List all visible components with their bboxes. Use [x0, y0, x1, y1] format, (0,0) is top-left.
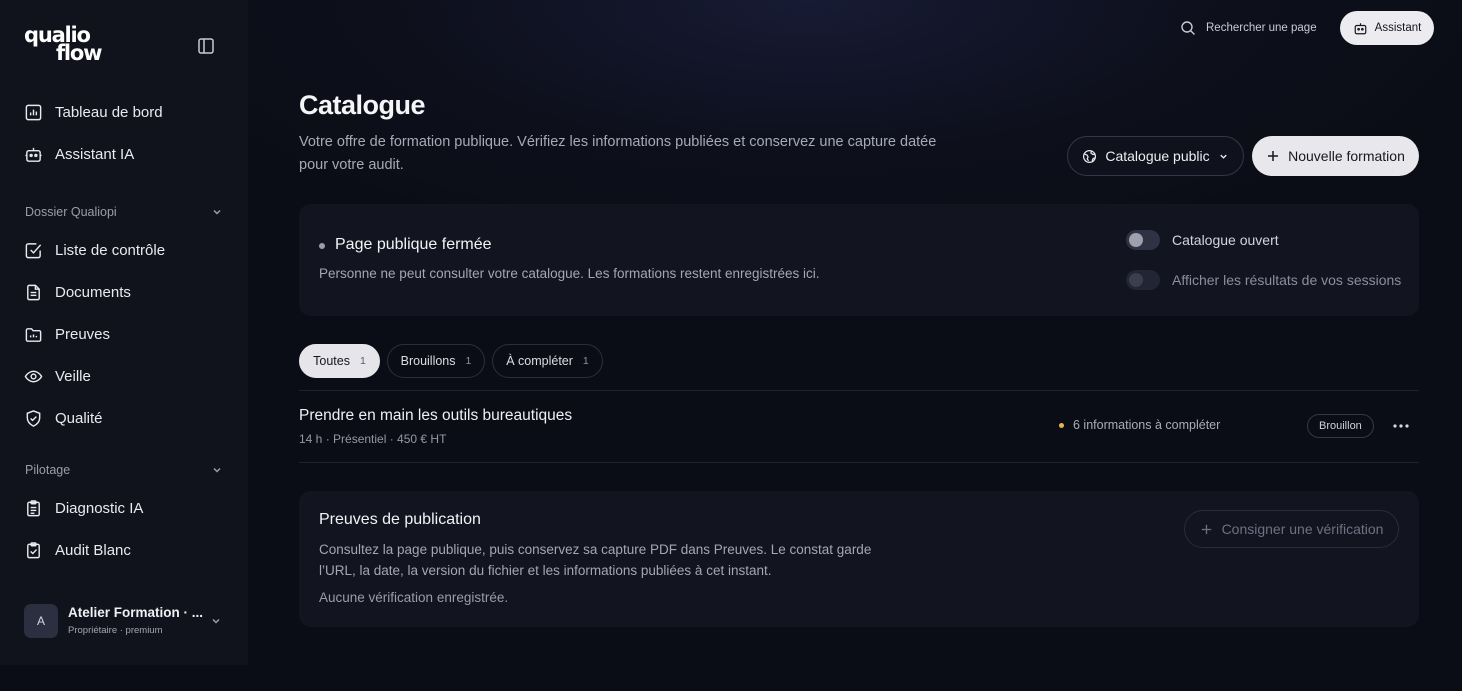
status-title: Page publique fermée — [335, 236, 492, 253]
log-verification-label: Consigner une vérification — [1221, 521, 1384, 537]
log-verification-button[interactable]: Consigner une vérification — [1184, 510, 1399, 548]
warning-dot — [1059, 422, 1064, 428]
assistant-label: Assistant — [1374, 22, 1422, 34]
toggle-afficher-resultats[interactable]: Afficher les résultats de vos sessions — [1126, 269, 1401, 291]
plus-icon — [1201, 524, 1211, 534]
document-icon — [27, 284, 40, 300]
page-title: Catalogue — [299, 90, 426, 120]
sidebar-item-qualite[interactable]: Qualité — [24, 406, 103, 430]
chevron-down-icon — [1219, 154, 1227, 159]
tab-label: Toutes — [313, 354, 350, 368]
clipboard-check-icon — [27, 541, 40, 558]
status-dot — [319, 243, 325, 249]
training-row[interactable]: Prendre en main les outils bureautiques … — [299, 391, 1419, 462]
robot-icon — [1354, 22, 1367, 34]
avatar: A — [24, 604, 58, 638]
tab-label: À compléter — [506, 354, 573, 368]
bar-chart-icon — [25, 104, 42, 120]
checkbox-icon — [25, 242, 42, 258]
search-label: Rechercher une page — [1206, 22, 1317, 34]
sidebar-item-diagnostic-ia[interactable]: Diagnostic IA — [24, 496, 143, 520]
sidebar-item-label: Veille — [55, 367, 91, 385]
page-subtitle: Votre offre de formation publique. Vérif… — [299, 134, 937, 173]
training-info-text: 6 informations à compléter — [1073, 418, 1221, 432]
tab-label: Brouillons — [400, 354, 456, 368]
tab-a-completer[interactable]: À compléter 1 — [492, 344, 603, 378]
toggle-label: Afficher les résultats de vos sessions — [1172, 272, 1402, 288]
catalogue-open-switch[interactable] — [1126, 230, 1160, 250]
sidebar-item-veille[interactable]: Veille — [24, 364, 91, 388]
sidebar-item-audit-blanc[interactable]: Audit Blanc — [24, 538, 131, 562]
sidebar-item-label: Audit Blanc — [55, 541, 131, 559]
tab-count: 1 — [360, 355, 366, 367]
tab-count: 1 — [465, 355, 472, 367]
search-icon — [1181, 21, 1195, 35]
account-role: Propriétaire · premium — [68, 625, 163, 636]
sidebar-item-documents[interactable]: Documents — [24, 280, 131, 304]
sidebar-item-label: Assistant IA — [55, 145, 135, 163]
status-badge: Brouillon — [1307, 414, 1374, 438]
more-options-icon[interactable] — [1389, 417, 1413, 435]
publication-proofs-card: Preuves de publication Consultez la page… — [299, 491, 1419, 627]
status-description: Personne ne peut consulter votre catalog… — [319, 266, 820, 281]
public-page-status-card: Page publique fermée Personne ne peut co… — [299, 204, 1419, 316]
folder-icon — [25, 327, 42, 342]
sidebar-item-assistant-ia[interactable]: Assistant IA — [24, 142, 134, 166]
account-name: Atelier Formation · ... — [68, 605, 204, 620]
training-title[interactable]: Prendre en main les outils bureautiques — [299, 407, 572, 425]
globe-icon — [1083, 149, 1097, 163]
chevron-down-icon — [212, 618, 220, 624]
sidebar-item-label: Liste de contrôle — [55, 241, 166, 259]
new-training-button[interactable]: Nouvelle formation — [1252, 136, 1419, 176]
sidebar-toggle-icon[interactable] — [196, 36, 216, 56]
sidebar-item-preuves[interactable]: Preuves — [24, 322, 110, 346]
sidebar-item-label: Documents — [55, 283, 131, 301]
proofs-title: Preuves de publication — [319, 511, 481, 528]
toggle-catalogue-ouvert[interactable]: Catalogue ouvert — [1126, 229, 1279, 251]
chevron-down-icon — [213, 209, 221, 215]
sidebar-item-tableau-de-bord[interactable]: Tableau de bord — [24, 100, 163, 124]
search-page-button[interactable]: Rechercher une page — [1180, 19, 1317, 37]
divider — [299, 462, 1419, 463]
sidebar-item-label: Tableau de bord — [55, 103, 163, 121]
new-training-label: Nouvelle formation — [1288, 148, 1405, 164]
sidebar-item-label: Preuves — [55, 325, 111, 343]
eye-icon — [24, 370, 43, 382]
assistant-button[interactable]: Assistant — [1340, 11, 1434, 45]
tab-toutes[interactable]: Toutes 1 — [299, 344, 380, 378]
plus-icon — [1268, 151, 1279, 161]
tab-brouillons[interactable]: Brouillons 1 — [387, 344, 485, 378]
section-title: Dossier Qualiopi — [25, 205, 117, 219]
catalogue-public-label: Catalogue public — [1105, 148, 1210, 164]
toggle-label: Catalogue ouvert — [1172, 232, 1279, 248]
sidebar-item-liste-de-controle[interactable]: Liste de contrôle — [24, 238, 165, 262]
sidebar: qualio flow Tableau de bord Assistant IA… — [0, 0, 248, 665]
shield-check-icon — [26, 409, 41, 427]
qualioflow-logo[interactable]: qualio flow — [24, 25, 114, 70]
tab-count: 1 — [582, 355, 589, 367]
account-switcher[interactable]: A Atelier Formation · ... Propriétaire ·… — [24, 603, 228, 639]
section-pilotage[interactable]: Pilotage — [25, 461, 223, 479]
sidebar-item-label: Qualité — [55, 409, 103, 427]
catalogue-public-button[interactable]: Catalogue public — [1067, 136, 1244, 176]
training-info: 6 informations à compléter — [1059, 418, 1220, 432]
sidebar-item-label: Diagnostic IA — [55, 499, 144, 517]
section-dossier-qualiopi[interactable]: Dossier Qualiopi — [25, 203, 223, 221]
robot-icon — [25, 147, 42, 162]
chevron-down-icon — [213, 467, 221, 473]
proofs-description: Consultez la page publique, puis conserv… — [319, 542, 872, 578]
show-results-switch[interactable] — [1126, 270, 1160, 290]
section-title: Pilotage — [25, 463, 71, 477]
training-meta: 14 h · Présentiel · 450 € HT — [299, 432, 447, 446]
clipboard-icon — [27, 499, 40, 516]
proofs-empty-state: Aucune vérification enregistrée. — [319, 590, 509, 605]
